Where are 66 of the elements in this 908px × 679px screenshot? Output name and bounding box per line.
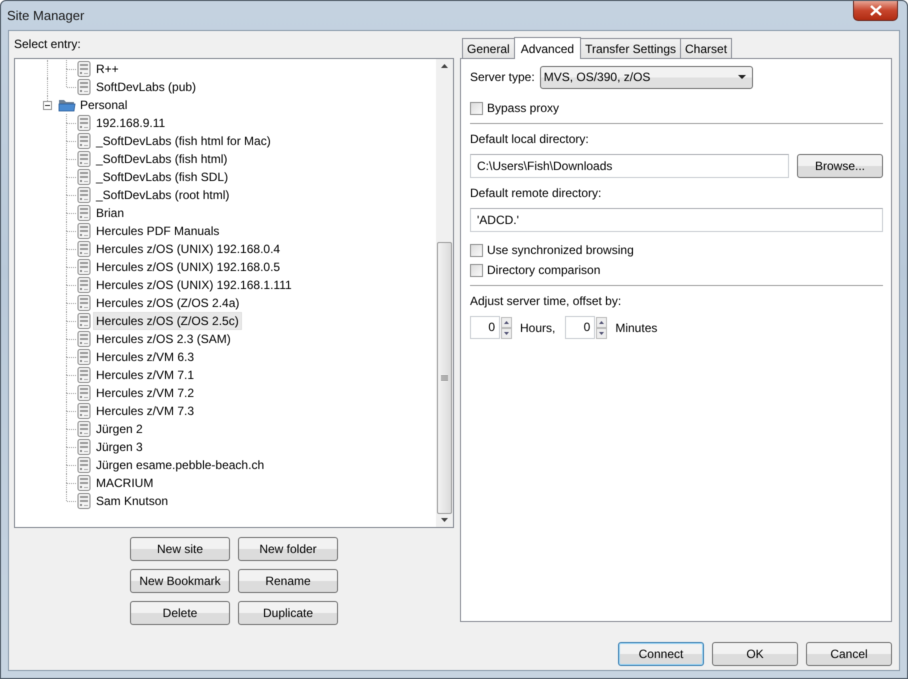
tree-action-button[interactable]: Rename — [238, 569, 338, 593]
dialog-button[interactable]: OK — [712, 642, 798, 666]
tree-action-button[interactable]: New site — [130, 537, 230, 561]
site-item[interactable]: Hercules z/OS (Z/OS 2.4a) — [94, 295, 242, 311]
site-item[interactable]: _SoftDevLabs (fish html for Mac) — [94, 133, 273, 149]
close-button[interactable] — [853, 1, 898, 21]
local-directory-label: Default local directory: — [470, 131, 590, 147]
synchronized-browsing-label: Use synchronized browsing — [487, 243, 634, 257]
collapse-toggle-icon[interactable] — [43, 101, 52, 110]
directory-comparison-checkbox[interactable] — [470, 264, 483, 276]
scroll-down-icon[interactable] — [441, 518, 448, 522]
site-item[interactable]: Jürgen esame.pebble-beach.ch — [94, 457, 266, 473]
grip-icon — [441, 374, 448, 382]
site-item[interactable]: _SoftDevLabs (root html) — [94, 187, 232, 203]
window-title: Site Manager — [6, 7, 84, 23]
tree-action-button[interactable]: Delete — [130, 601, 230, 625]
server-type-label: Server type: — [470, 70, 535, 84]
hours-label: Hours, — [520, 320, 556, 334]
folder-icon — [58, 97, 76, 113]
site-item[interactable]: Hercules z/VM 6.3 — [94, 349, 196, 365]
remote-directory-label: Default remote directory: — [470, 185, 602, 201]
select-entry-label: Select entry: — [14, 36, 82, 53]
site-item[interactable]: Hercules PDF Manuals — [94, 223, 222, 239]
dialog-button[interactable]: Cancel — [806, 642, 892, 666]
browse-button[interactable]: Browse... — [797, 154, 883, 178]
site-item[interactable]: SoftDevLabs (pub) — [94, 79, 198, 95]
bypass-proxy-checkbox[interactable] — [470, 102, 483, 114]
scroll-up-icon[interactable] — [441, 64, 448, 68]
site-item[interactable]: Hercules z/VM 7.3 — [94, 403, 196, 419]
site-item[interactable]: Hercules z/OS 2.3 (SAM) — [94, 331, 233, 347]
bypass-proxy-label: Bypass proxy — [487, 101, 560, 115]
tree-action-button[interactable]: New Bookmark — [130, 569, 230, 593]
tree-action-button[interactable]: New folder — [238, 537, 338, 561]
site-item[interactable]: 192.168.9.11 — [94, 115, 168, 131]
site-item[interactable]: Hercules z/VM 7.1 — [94, 367, 196, 383]
site-item[interactable]: Jürgen 2 — [94, 421, 145, 437]
tab[interactable]: Advanced — [514, 37, 582, 59]
site-item[interactable]: Hercules z/OS (Z/OS 2.5c) — [94, 313, 241, 329]
tab[interactable]: Transfer Settings — [580, 38, 682, 58]
time-offset-label: Adjust server time, offset by: — [470, 293, 622, 309]
site-item[interactable]: Hercules z/VM 7.2 — [94, 385, 196, 401]
site-item[interactable]: Brian — [94, 205, 126, 221]
site-item[interactable]: Jürgen 3 — [94, 439, 145, 455]
tab[interactable]: Charset — [680, 38, 732, 58]
synchronized-browsing-checkbox[interactable] — [470, 244, 483, 256]
tab[interactable]: General — [462, 38, 515, 58]
site-item[interactable]: Sam Knutson — [94, 493, 170, 509]
site-item[interactable]: Hercules z/OS (UNIX) 192.168.0.5 — [94, 259, 282, 275]
site-item[interactable]: _SoftDevLabs (fish html) — [94, 151, 230, 167]
close-icon — [870, 5, 882, 16]
tree-action-button[interactable]: Duplicate — [238, 601, 338, 625]
minutes-label: Minutes — [615, 320, 658, 334]
scroll-thumb[interactable] — [437, 242, 452, 514]
site-item[interactable]: Hercules z/OS (UNIX) 192.168.1.111 — [94, 277, 294, 293]
directory-comparison-label: Directory comparison — [487, 263, 600, 277]
caret-icon — [738, 75, 746, 79]
site-item[interactable]: Hercules z/OS (UNIX) 192.168.0.4 — [94, 241, 282, 257]
remote-directory-field[interactable]: 'ADCD.' — [470, 208, 883, 232]
site-item[interactable]: R++ — [94, 61, 121, 77]
site-item[interactable]: _SoftDevLabs (fish SDL) — [94, 169, 230, 185]
scrollbar[interactable] — [436, 59, 453, 527]
dialog-button[interactable]: Connect — [618, 642, 704, 666]
site-item[interactable]: MACRIUM — [94, 475, 156, 491]
folder-item[interactable]: Personal — [78, 97, 130, 113]
local-directory-field[interactable]: C:\Users\Fish\Downloads — [470, 154, 789, 178]
server-type-dropdown[interactable]: MVS, OS/390, z/OS — [540, 66, 753, 88]
